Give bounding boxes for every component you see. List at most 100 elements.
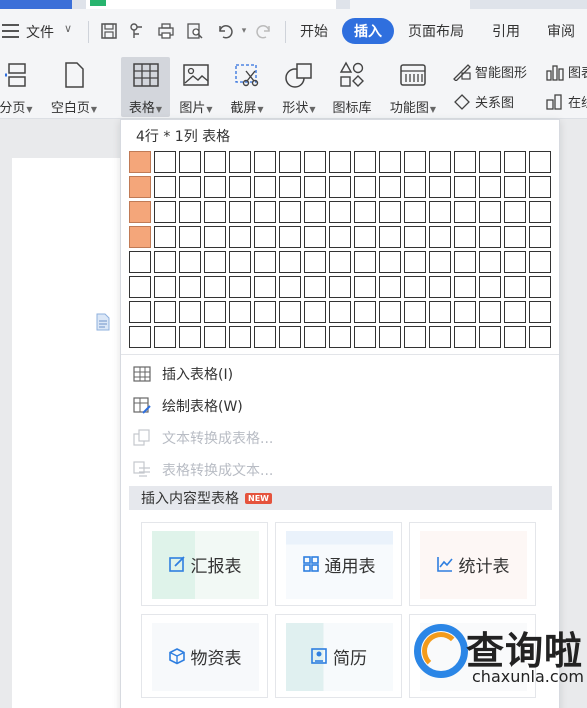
materials-table-card[interactable]: 物资表 — [141, 614, 268, 698]
page-break-button[interactable]: 分页▼ — [0, 57, 36, 117]
grid-cell[interactable] — [304, 251, 326, 273]
grid-cell[interactable] — [329, 176, 351, 198]
grid-cell[interactable] — [354, 176, 376, 198]
grid-cell[interactable] — [154, 201, 176, 223]
print-icon[interactable] — [155, 20, 177, 42]
online-resource-button[interactable]: 在线 — [545, 92, 587, 111]
table-size-grid[interactable] — [129, 151, 551, 348]
tab-start[interactable]: 开始 — [300, 21, 328, 41]
grid-cell[interactable] — [129, 201, 151, 223]
grid-cell[interactable] — [129, 176, 151, 198]
document-page[interactable] — [12, 158, 132, 708]
grid-cell[interactable] — [254, 226, 276, 248]
grid-cell[interactable] — [329, 226, 351, 248]
tab-references[interactable]: 引用 — [492, 21, 520, 41]
grid-cell[interactable] — [129, 226, 151, 248]
grid-cell[interactable] — [204, 201, 226, 223]
grid-cell[interactable] — [154, 276, 176, 298]
grid-cell[interactable] — [179, 301, 201, 323]
grid-cell[interactable] — [204, 251, 226, 273]
grid-cell[interactable] — [379, 301, 401, 323]
grid-cell[interactable] — [404, 226, 426, 248]
grid-cell[interactable] — [429, 276, 451, 298]
grid-cell[interactable] — [329, 326, 351, 348]
grid-cell[interactable] — [179, 251, 201, 273]
grid-cell[interactable] — [529, 226, 551, 248]
grid-cell[interactable] — [329, 151, 351, 173]
grid-cell[interactable] — [479, 176, 501, 198]
draw-table-item[interactable]: 绘制表格(W) — [132, 393, 243, 419]
blank-page-button[interactable]: 空白页▼ — [46, 57, 102, 117]
screenshot-button[interactable]: 截屏▼ — [224, 57, 270, 117]
grid-cell[interactable] — [379, 276, 401, 298]
grid-cell[interactable] — [454, 201, 476, 223]
grid-cell[interactable] — [429, 326, 451, 348]
grid-cell[interactable] — [429, 201, 451, 223]
grid-cell[interactable] — [404, 151, 426, 173]
grid-cell[interactable] — [379, 251, 401, 273]
grid-cell[interactable] — [504, 326, 526, 348]
tab-review[interactable]: 审阅 — [547, 21, 575, 41]
grid-cell[interactable] — [254, 326, 276, 348]
grid-cell[interactable] — [504, 251, 526, 273]
grid-cell[interactable] — [229, 176, 251, 198]
tab-page-layout[interactable]: 页面布局 — [408, 21, 464, 41]
tab-other[interactable] — [350, 0, 470, 9]
grid-cell[interactable] — [154, 301, 176, 323]
grid-cell[interactable] — [279, 201, 301, 223]
grid-cell[interactable] — [354, 301, 376, 323]
grid-cell[interactable] — [229, 301, 251, 323]
grid-cell[interactable] — [504, 226, 526, 248]
grid-cell[interactable] — [454, 226, 476, 248]
smart-art-button[interactable]: 智能图形 — [452, 62, 527, 81]
grid-cell[interactable] — [304, 326, 326, 348]
grid-cell[interactable] — [504, 276, 526, 298]
grid-cell[interactable] — [329, 276, 351, 298]
grid-cell[interactable] — [129, 151, 151, 173]
grid-cell[interactable] — [329, 201, 351, 223]
grid-cell[interactable] — [279, 326, 301, 348]
grid-cell[interactable] — [404, 326, 426, 348]
grid-cell[interactable] — [179, 176, 201, 198]
grid-cell[interactable] — [354, 226, 376, 248]
tab-insert[interactable]: 插入 — [342, 18, 394, 44]
grid-cell[interactable] — [354, 276, 376, 298]
grid-cell[interactable] — [154, 151, 176, 173]
grid-cell[interactable] — [304, 151, 326, 173]
grid-cell[interactable] — [479, 226, 501, 248]
grid-cell[interactable] — [254, 251, 276, 273]
grid-cell[interactable] — [279, 226, 301, 248]
grid-cell[interactable] — [429, 176, 451, 198]
grid-cell[interactable] — [379, 226, 401, 248]
redo-icon[interactable] — [253, 20, 275, 42]
grid-cell[interactable] — [279, 276, 301, 298]
grid-cell[interactable] — [304, 226, 326, 248]
print-preview-icon[interactable] — [184, 20, 206, 42]
grid-cell[interactable] — [429, 226, 451, 248]
function-chart-button[interactable]: 功能图▼ — [384, 57, 442, 117]
grid-cell[interactable] — [404, 251, 426, 273]
grid-cell[interactable] — [304, 301, 326, 323]
grid-cell[interactable] — [429, 251, 451, 273]
grid-cell[interactable] — [479, 326, 501, 348]
grid-cell[interactable] — [354, 151, 376, 173]
grid-cell[interactable] — [279, 151, 301, 173]
grid-cell[interactable] — [254, 301, 276, 323]
report-table-card[interactable]: 汇报表 — [141, 522, 268, 606]
grid-cell[interactable] — [529, 301, 551, 323]
grid-cell[interactable] — [454, 326, 476, 348]
grid-cell[interactable] — [229, 201, 251, 223]
grid-cell[interactable] — [179, 276, 201, 298]
grid-cell[interactable] — [229, 226, 251, 248]
grid-cell[interactable] — [429, 151, 451, 173]
grid-cell[interactable] — [229, 151, 251, 173]
tab-home[interactable] — [0, 0, 72, 9]
grid-cell[interactable] — [204, 301, 226, 323]
save-icon[interactable] — [98, 20, 120, 42]
grid-cell[interactable] — [504, 201, 526, 223]
grid-cell[interactable] — [279, 176, 301, 198]
chart-button[interactable]: 图表 — [545, 62, 587, 81]
grid-cell[interactable] — [354, 326, 376, 348]
relation-chart-button[interactable]: 关系图 — [452, 92, 514, 111]
grid-cell[interactable] — [254, 176, 276, 198]
